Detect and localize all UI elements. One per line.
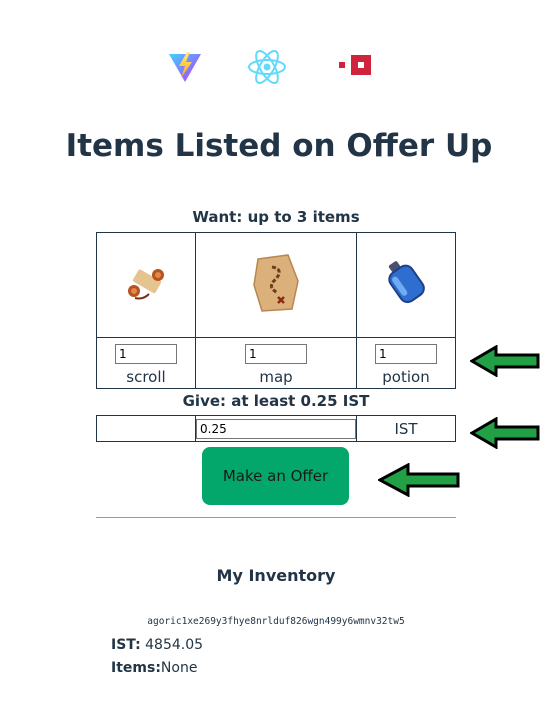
scroll-icon xyxy=(128,269,164,300)
inventory-items: Items:None xyxy=(111,660,197,676)
vite-logo-icon[interactable] xyxy=(166,48,204,90)
give-currency-label: IST xyxy=(356,415,456,442)
ist-balance-label: IST: xyxy=(111,637,141,653)
give-amount-input[interactable] xyxy=(196,418,356,439)
scroll-quantity-input[interactable] xyxy=(115,344,177,364)
ist-balance: IST: 4854.05 xyxy=(111,637,203,653)
give-heading: Give: at least 0.25 IST xyxy=(182,392,370,410)
potion-image-cell xyxy=(356,232,456,338)
ist-balance-value: 4854.05 xyxy=(145,637,204,653)
give-table: IST xyxy=(96,415,456,442)
react-logo-icon[interactable] xyxy=(246,48,288,90)
logo-row xyxy=(0,48,558,88)
inventory-heading: My Inventory xyxy=(216,566,336,585)
inventory-items-value: None xyxy=(160,660,198,676)
map-image-cell xyxy=(195,232,357,338)
arrow-icon-quantity xyxy=(470,345,540,377)
wallet-address: agoric1xe269y3fhye8nrlduf826wgn499y6wmnv… xyxy=(147,616,405,627)
give-amount-cell xyxy=(195,415,357,442)
treasure-map-icon xyxy=(253,254,299,312)
map-quantity-cell: map xyxy=(195,337,357,389)
arrow-icon-offer xyxy=(378,463,460,497)
scroll-label: scroll xyxy=(126,368,166,386)
map-label: map xyxy=(259,368,293,386)
make-offer-button[interactable]: Make an Offer xyxy=(202,447,349,505)
potion-quantity-input[interactable] xyxy=(375,344,437,364)
scroll-quantity-cell: scroll xyxy=(96,337,196,389)
potion-quantity-cell: potion xyxy=(356,337,456,389)
divider xyxy=(96,517,456,518)
potion-bottle-icon xyxy=(388,261,425,304)
want-table: scroll map potion xyxy=(96,232,456,389)
give-empty-cell xyxy=(96,415,196,442)
inventory-items-label: Items: xyxy=(111,660,161,676)
want-heading: Want: up to 3 items xyxy=(192,208,360,226)
potion-label: potion xyxy=(382,368,430,386)
agoric-logo-icon[interactable] xyxy=(336,48,376,90)
page-title: Items Listed on Offer Up xyxy=(65,128,493,164)
arrow-icon-give xyxy=(470,417,540,449)
scroll-image-cell xyxy=(96,232,196,338)
map-quantity-input[interactable] xyxy=(245,344,307,364)
